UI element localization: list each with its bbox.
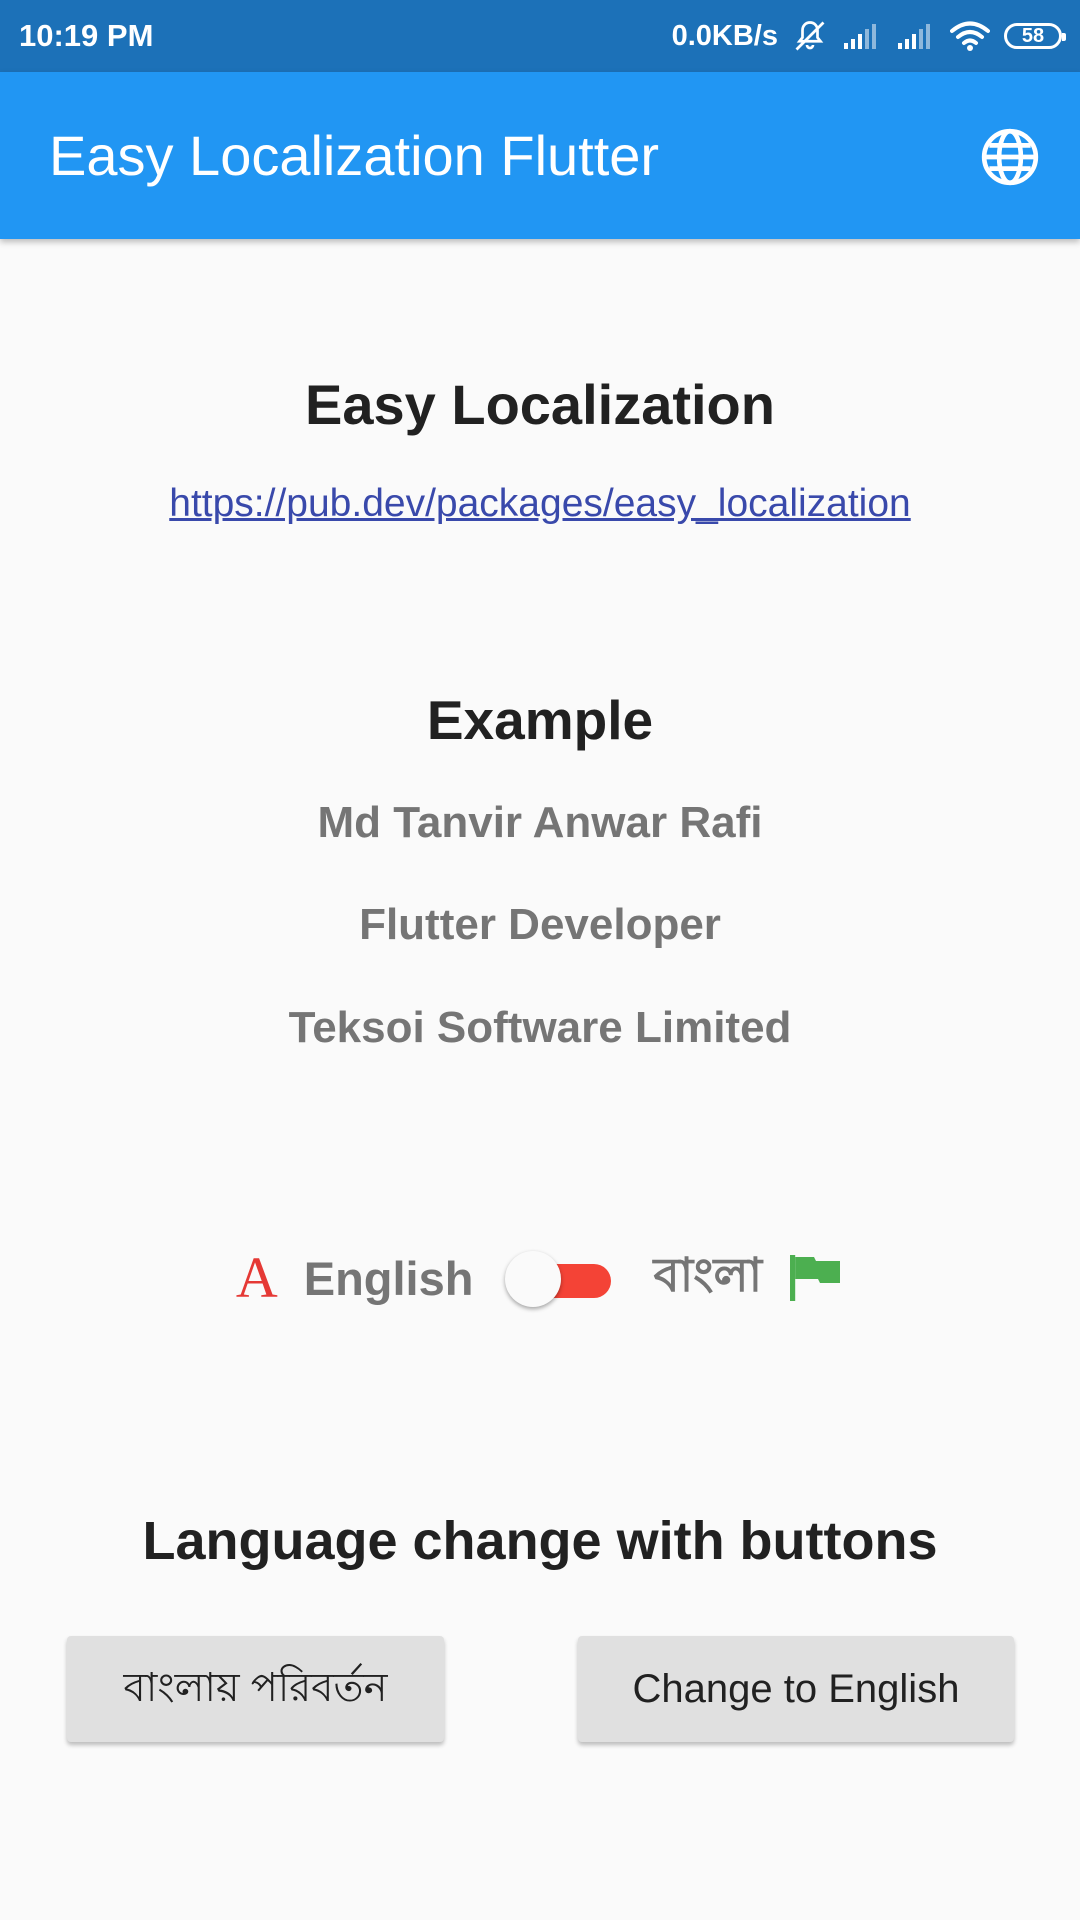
globe-icon <box>981 128 1039 186</box>
net-speed: 0.0KB/s <box>671 19 778 52</box>
package-link-row: https://pub.dev/packages/easy_localizati… <box>0 482 1080 526</box>
change-to-bangla-button[interactable]: বাংলায় পরিবর্তন <box>67 1636 444 1742</box>
developer-company: Teksoi Software Limited <box>288 1003 792 1052</box>
developer-name: Md Tanvir Anwar Rafi <box>317 798 763 847</box>
switch-thumb[interactable] <box>505 1251 562 1307</box>
wifi-icon <box>950 20 990 52</box>
example-title: Example <box>426 689 654 751</box>
change-to-english-button[interactable]: Change to English <box>578 1636 1014 1742</box>
signal-icon <box>896 21 936 51</box>
english-label: English <box>303 1251 474 1305</box>
package-link[interactable]: https://pub.dev/packages/easy_localizati… <box>169 482 910 525</box>
muted-bell-icon <box>792 18 828 54</box>
signal-icon <box>842 21 882 51</box>
status-time: 10:19 PM <box>19 18 154 53</box>
battery-icon: 58 <box>1004 23 1066 49</box>
app-bar: Easy Localization Flutter <box>0 72 1080 239</box>
package-title: Easy Localization <box>305 373 775 436</box>
flag-icon <box>788 1253 844 1303</box>
language-switch[interactable] <box>503 1245 623 1311</box>
developer-role: Flutter Developer <box>359 900 721 949</box>
status-icons: 0.0KB/s 58 <box>671 0 1066 72</box>
language-toggle-row: A English বাংলা <box>0 1245 1080 1311</box>
language-menu-button[interactable] <box>978 125 1042 189</box>
status-bar: 10:19 PM 0.0KB/s 58 <box>0 0 1080 72</box>
buttons-section-title: Language change with buttons <box>142 1511 938 1571</box>
app-title: Easy Localization Flutter <box>49 124 660 187</box>
letter-a-icon: A <box>235 1245 278 1310</box>
bangla-label: বাংলা <box>653 1248 763 1301</box>
